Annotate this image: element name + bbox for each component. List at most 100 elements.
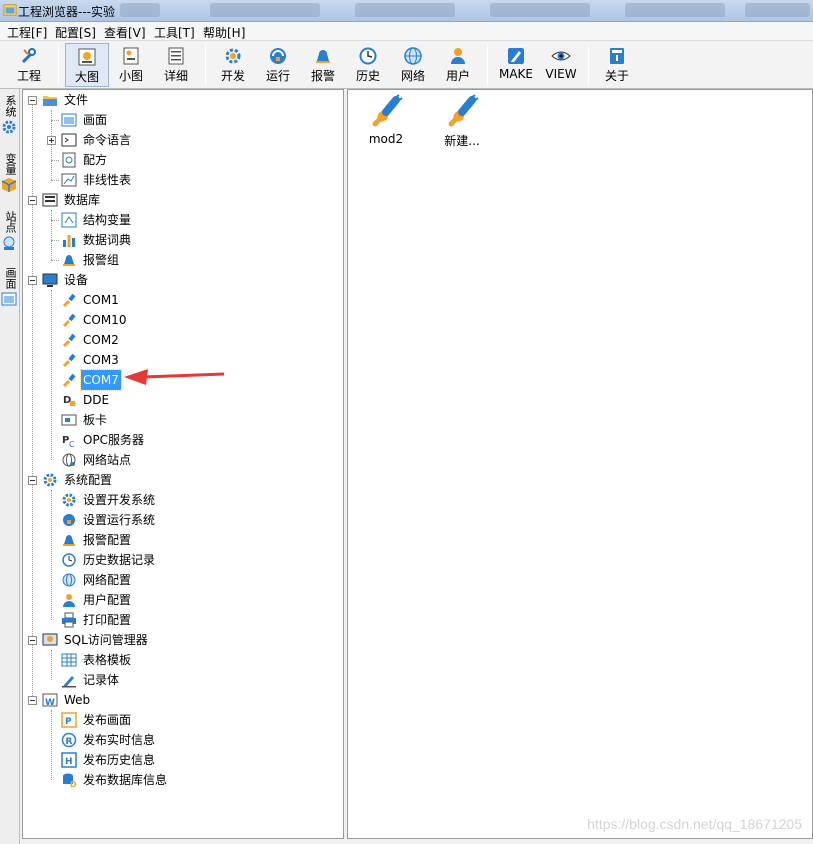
- toolbar-label: 网络: [400, 69, 425, 83]
- toolbar-network-button[interactable]: 网络: [393, 43, 433, 87]
- toolbar-view-button[interactable]: VIEW: [540, 43, 582, 87]
- window-title: 工程浏览器---实验: [18, 5, 115, 19]
- tree-label: 设备: [64, 273, 89, 287]
- collapse-toggle[interactable]: [28, 696, 37, 705]
- side-tab-variables[interactable]: 变量: [1, 153, 19, 193]
- toolbar-label: 开发: [220, 69, 245, 83]
- side-tab-system[interactable]: 系统: [1, 95, 19, 135]
- tree-label: COM3: [83, 353, 119, 367]
- tree-label: 发布实时信息: [83, 733, 156, 747]
- connector-plug-icon: [62, 333, 76, 348]
- toolbar-small-icons-button[interactable]: 小图: [111, 43, 151, 87]
- tree-label: SQL访问管理器: [64, 633, 148, 647]
- blurred-tab: [490, 3, 590, 17]
- table-grid-icon: [61, 653, 77, 667]
- tree-label: COM10: [83, 313, 127, 327]
- toolbar-alarm-button[interactable]: 报警: [303, 43, 343, 87]
- blurred-tab: [210, 3, 320, 17]
- tree-line: [51, 260, 59, 261]
- tree-label: 记录体: [83, 673, 120, 687]
- device-content-area[interactable]: mod2 新建... https://blog.csdn.net/qq_1867…: [347, 89, 813, 839]
- user-icon: [451, 48, 465, 64]
- connector-plug-icon: [62, 353, 76, 368]
- menu-help[interactable]: 帮助[H]: [203, 24, 245, 41]
- svg-text:R: R: [66, 737, 73, 747]
- tree-line: [51, 180, 59, 181]
- collapse-toggle[interactable]: [28, 196, 37, 205]
- tree-line: [51, 490, 52, 620]
- toolbar-separator: [487, 45, 488, 85]
- menu-project[interactable]: 工程[F]: [7, 24, 47, 41]
- svg-text:W: W: [45, 698, 55, 708]
- toolbar-label: 工程: [16, 69, 41, 83]
- picture-icon: [1, 292, 17, 306]
- toolbar-make-button[interactable]: MAKE: [494, 43, 538, 87]
- toolbar-separator: [205, 45, 206, 85]
- toolbar-run-button[interactable]: 运行: [258, 43, 298, 87]
- tree-line: [32, 104, 33, 704]
- project-tree[interactable]: 文件 画面 命令语言 配方 非线性表 数据库 结构变量 数据词典 报警组 设备 …: [22, 89, 344, 839]
- site-network-icon: [3, 236, 15, 250]
- database-icon: [42, 193, 58, 207]
- run-icon: [270, 48, 286, 64]
- collapse-toggle[interactable]: [28, 476, 37, 485]
- alarm-bell-icon: [316, 50, 330, 63]
- small-icons-icon: [123, 47, 139, 65]
- tree-label: 历史数据记录: [83, 553, 156, 567]
- device-tile-new[interactable]: 新建...: [432, 94, 492, 149]
- toolbar-develop-button[interactable]: 开发: [213, 43, 253, 87]
- tree-line: [51, 220, 59, 221]
- bar-chart-icon: [63, 235, 75, 247]
- tree-label: 数据词典: [83, 233, 132, 247]
- tree-label: 发布画面: [83, 713, 132, 727]
- toolbar-label: 详细: [163, 69, 188, 83]
- folder-icon: [43, 96, 57, 106]
- menu-tools[interactable]: 工具[T]: [154, 24, 195, 41]
- expand-toggle[interactable]: [47, 136, 56, 145]
- tree-line: [51, 120, 59, 121]
- toolbar-separator: [58, 45, 59, 85]
- device-tile-mod2[interactable]: mod2: [356, 94, 416, 146]
- tree-line: [51, 650, 52, 680]
- publish-database-icon: D: [63, 773, 77, 788]
- tree-label: Web: [64, 693, 91, 707]
- blurred-tab: [355, 3, 455, 17]
- menu-config[interactable]: 配置[S]: [55, 24, 96, 41]
- connector-plug-icon: [448, 94, 479, 127]
- device-tile-label: mod2: [368, 132, 404, 146]
- tree-label: 用户配置: [83, 593, 132, 607]
- toolbar-project-button[interactable]: 工程: [6, 43, 52, 87]
- tree-label: 设置运行系统: [83, 513, 156, 527]
- toolbar-label: 小图: [118, 69, 143, 83]
- cube-icon: [1, 178, 17, 192]
- large-icons-icon: [78, 48, 96, 66]
- toolbar-about-button[interactable]: 关于: [597, 43, 637, 87]
- watermark: https://blog.csdn.net/qq_18671205: [587, 816, 802, 832]
- tree-label: 数据库: [64, 193, 101, 207]
- tree-label: 文件: [64, 93, 89, 107]
- tree-line: [51, 210, 52, 260]
- toolbar-history-button[interactable]: 历史: [348, 43, 388, 87]
- view-eye-icon: [551, 51, 571, 61]
- network-globe-icon: [62, 453, 76, 467]
- tree-label: 非线性表: [83, 173, 132, 187]
- menu-view[interactable]: 查看[V]: [104, 24, 146, 41]
- tree-label: 设置开发系统: [83, 493, 156, 507]
- side-tab-label: 画面: [4, 267, 17, 289]
- history-clock-icon: [359, 47, 377, 65]
- develop-gear-icon: [225, 48, 241, 64]
- dde-icon: D: [63, 395, 75, 406]
- toolbar-user-button[interactable]: 用户: [438, 43, 478, 87]
- toolbar-large-icons-button[interactable]: 大图: [65, 43, 109, 87]
- side-tab-screens[interactable]: 画面: [1, 267, 19, 307]
- menu-bar: 工程[F] 配置[S] 查看[V] 工具[T] 帮助[H]: [0, 22, 813, 41]
- toolbar-details-button[interactable]: 详细: [156, 43, 196, 87]
- collapse-toggle[interactable]: [28, 276, 37, 285]
- collapse-toggle[interactable]: [28, 636, 37, 645]
- app-icon: [3, 4, 17, 16]
- tree-line: [51, 710, 52, 780]
- tree-label: 系统配置: [64, 473, 113, 487]
- connector-plug-icon: [372, 94, 403, 127]
- collapse-toggle[interactable]: [28, 96, 37, 105]
- side-tab-sites[interactable]: 站点: [1, 211, 19, 251]
